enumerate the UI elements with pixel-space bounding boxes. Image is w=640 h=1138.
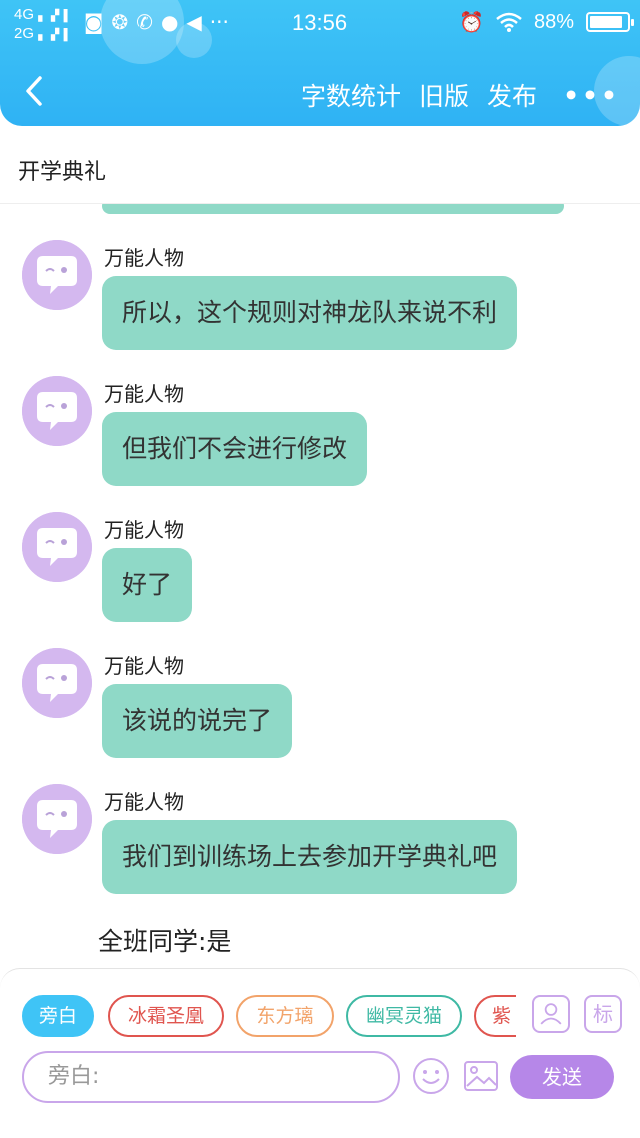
- message-bubble[interactable]: 但我们不会进行修改: [102, 412, 368, 486]
- mark-button[interactable]: 标: [584, 995, 622, 1033]
- avatar-icon[interactable]: [22, 512, 92, 582]
- smiley-icon[interactable]: [412, 1057, 450, 1095]
- sender-name: 万能人物: [104, 790, 184, 814]
- network-2g: 2G: [14, 25, 35, 42]
- character-chip[interactable]: 冰霜圣凰: [108, 995, 224, 1037]
- clock: 13:56: [292, 10, 348, 35]
- composer-panel: 旁白 冰霜圣凰 东方璃 幽冥灵猫 紫 标 旁白: 发送: [0, 968, 640, 1138]
- app-header: 4G ▖▗▘▌ 2G ▖▗▘▌ ◙ ❂ ✆ ● ◀ ··· 13:56 ⏰ 88…: [0, 0, 640, 126]
- sender-name: 万能人物: [104, 246, 184, 270]
- character-chip[interactable]: 东方璃: [236, 995, 334, 1037]
- alarm-icon: ⏰: [459, 10, 484, 34]
- sender-name: 万能人物: [104, 382, 184, 406]
- avatar-icon[interactable]: [22, 784, 92, 854]
- message-bubble[interactable]: 该说的说完了: [102, 684, 293, 758]
- avatar-icon[interactable]: [22, 648, 92, 718]
- word-count-button[interactable]: 字数统计: [301, 77, 401, 113]
- signal-indicator: 4G ▖▗▘▌ 2G ▖▗▘▌: [14, 6, 71, 44]
- chat-area[interactable]: 万能人物 所以，这个规则对神龙队来说不利 万能人物 但我们不会进行修改 万能人物…: [0, 204, 640, 968]
- message-bubble[interactable]: 好了: [102, 548, 193, 622]
- character-chip[interactable]: 紫: [474, 995, 516, 1037]
- page-title[interactable]: 开学典礼: [18, 154, 106, 186]
- send-button[interactable]: 发送: [510, 1055, 614, 1099]
- wechat-icon: ❂: [111, 10, 129, 34]
- sim-icon: ◙: [84, 10, 104, 34]
- message-bubble[interactable]: 所以，这个规则对神龙队来说不利: [102, 276, 518, 350]
- character-chip[interactable]: 幽冥灵猫: [346, 995, 462, 1037]
- nav-actions: 字数统计 旧版 发布 •••: [283, 77, 620, 113]
- previous-message-bubble: [102, 204, 564, 214]
- character-chips: 旁白 冰霜圣凰 东方璃 幽冥灵猫 紫: [22, 995, 516, 1039]
- status-bar: 4G ▖▗▘▌ 2G ▖▗▘▌ ◙ ❂ ✆ ● ◀ ··· 13:56 ⏰ 88…: [0, 0, 640, 44]
- battery-percent: 88%: [533, 10, 574, 33]
- signal-bars-icon: ▖▗▘▌: [38, 29, 72, 41]
- person-icon[interactable]: [532, 995, 570, 1033]
- missed-call-icon: ✆: [136, 10, 153, 34]
- nav-bar: 字数统计 旧版 发布 •••: [0, 60, 640, 126]
- chevron-left-icon[interactable]: [20, 74, 50, 108]
- message-input[interactable]: 旁白:: [22, 1051, 400, 1103]
- story-title-bar: 开学典礼: [0, 126, 640, 204]
- signal-bars-icon: ▖▗▘▌: [38, 10, 72, 22]
- status-right: ⏰ 88%: [459, 10, 634, 34]
- message-icon: ●: [160, 10, 179, 34]
- more-dots-icon: ···: [209, 10, 229, 34]
- message-bubble[interactable]: 我们到训练场上去参加开学典礼吧: [102, 820, 518, 894]
- sender-name: 万能人物: [104, 654, 184, 678]
- avatar-icon[interactable]: [22, 376, 92, 446]
- notification-icons: ◙ ❂ ✆ ● ◀ ···: [84, 10, 229, 34]
- wifi-icon: [496, 12, 522, 32]
- publish-button[interactable]: 发布: [487, 77, 537, 113]
- more-menu-icon[interactable]: •••: [563, 81, 620, 110]
- avatar-icon[interactable]: [22, 240, 92, 310]
- old-version-button[interactable]: 旧版: [419, 77, 469, 113]
- sender-name: 万能人物: [104, 518, 184, 542]
- character-chip-narrator[interactable]: 旁白: [22, 995, 94, 1037]
- narration-text[interactable]: 全班同学:是: [98, 922, 231, 958]
- volume-icon: ◀: [186, 10, 202, 34]
- image-icon[interactable]: [462, 1057, 500, 1095]
- network-4g: 4G: [14, 6, 35, 23]
- battery-icon: [586, 12, 634, 32]
